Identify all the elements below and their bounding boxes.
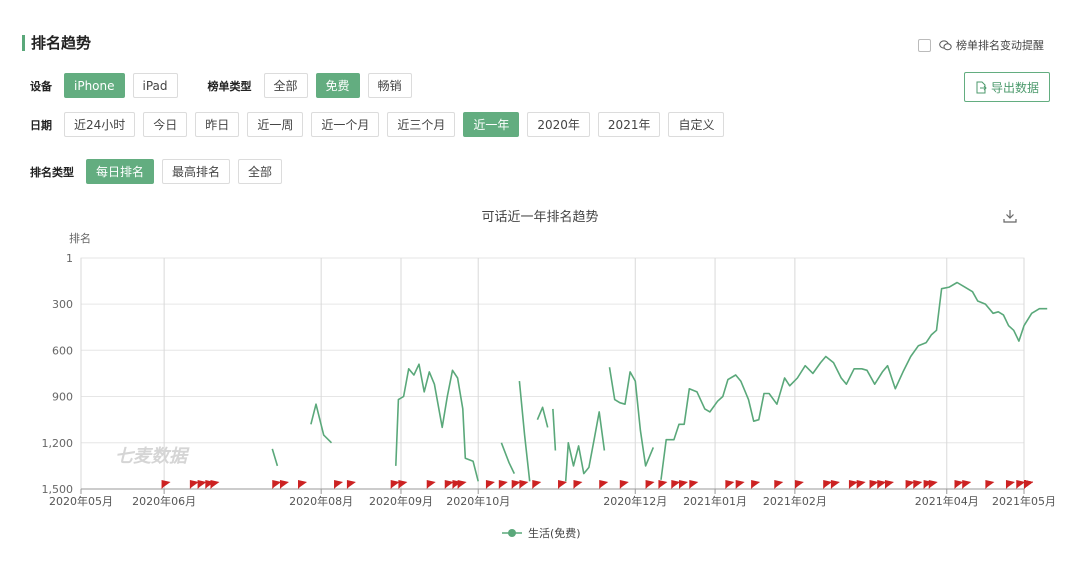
- series-line-segment: [608, 367, 655, 467]
- x-tick-label: 2020年08月: [289, 494, 353, 508]
- legend-label: 生活(免费): [528, 526, 581, 540]
- update-flag: [1005, 480, 1015, 489]
- update-flag: [658, 480, 668, 489]
- series-line-segment: [564, 411, 606, 482]
- update-flag: [751, 480, 761, 489]
- update-flag: [928, 480, 938, 489]
- update-flag: [390, 480, 400, 489]
- update-flag: [830, 480, 840, 489]
- series-line-segment: [552, 408, 557, 451]
- update-flag: [962, 480, 972, 489]
- x-tick-label: 2020年12月: [603, 494, 667, 508]
- update-flag: [848, 480, 858, 489]
- update-flag: [823, 480, 833, 489]
- update-flag: [210, 480, 220, 489]
- update-flag: [279, 480, 289, 489]
- update-flag: [334, 480, 344, 489]
- watermark: 七麦数据: [115, 446, 190, 467]
- update-flag: [1024, 480, 1033, 489]
- x-tick-label: 2020年05月: [49, 494, 113, 508]
- update-flag: [869, 480, 879, 489]
- y-tick-label: 900: [52, 391, 73, 404]
- update-flag: [735, 480, 745, 489]
- update-flag: [794, 480, 804, 489]
- y-tick-label: 1: [66, 252, 73, 265]
- update-flag: [272, 480, 282, 489]
- y-tick-label: 300: [52, 298, 73, 311]
- update-flag: [671, 480, 681, 489]
- update-flag: [161, 480, 171, 489]
- x-tick-label: 2020年10月: [446, 494, 510, 508]
- update-flag: [398, 480, 408, 489]
- update-flag: [619, 480, 629, 489]
- update-flag: [985, 480, 995, 489]
- update-flag: [532, 480, 542, 489]
- update-flag: [457, 480, 467, 489]
- x-tick-label: 2021年05月: [992, 494, 1056, 508]
- update-flag: [498, 480, 508, 489]
- legend-marker: [508, 529, 516, 537]
- update-flag: [426, 480, 436, 489]
- x-tick-label: 2021年01月: [683, 494, 747, 508]
- update-flag: [905, 480, 915, 489]
- update-flag: [346, 480, 356, 489]
- x-tick-label: 2021年04月: [915, 494, 979, 508]
- plot-area: [80, 257, 1025, 490]
- update-flag: [884, 480, 894, 489]
- y-tick-label: 600: [52, 344, 73, 357]
- y-tick-label: 1,200: [42, 437, 74, 450]
- series-line-segment: [395, 363, 479, 482]
- update-flag: [599, 480, 609, 489]
- update-flag: [856, 480, 866, 489]
- y-axis-label: 排名: [69, 231, 91, 245]
- update-flag: [877, 480, 887, 489]
- update-flag: [645, 480, 655, 489]
- update-flag: [689, 480, 699, 489]
- series-line-segment: [660, 281, 1048, 480]
- update-flag: [298, 480, 308, 489]
- update-flag: [954, 480, 964, 489]
- update-flag: [774, 480, 784, 489]
- update-flag: [511, 480, 521, 489]
- update-flag: [197, 480, 207, 489]
- update-flag: [558, 480, 568, 489]
- x-tick-label: 2021年02月: [763, 494, 827, 508]
- update-flag: [725, 480, 735, 489]
- update-flag: [519, 480, 529, 489]
- series-line-segment: [271, 448, 279, 467]
- x-tick-label: 2020年06月: [132, 494, 196, 508]
- update-flag: [573, 480, 583, 489]
- update-flag: [189, 480, 199, 489]
- update-flag: [485, 480, 495, 489]
- update-flag: [679, 480, 689, 489]
- update-flag: [444, 480, 454, 489]
- series-line-segment: [500, 442, 516, 474]
- update-flag: [913, 480, 923, 489]
- rank-trend-chart: 13006009001,2001,500排名2020年05月 2020年06月 20…: [42, 231, 1057, 540]
- x-tick-label: 2020年09月: [369, 494, 433, 508]
- series-line-segment: [536, 406, 549, 428]
